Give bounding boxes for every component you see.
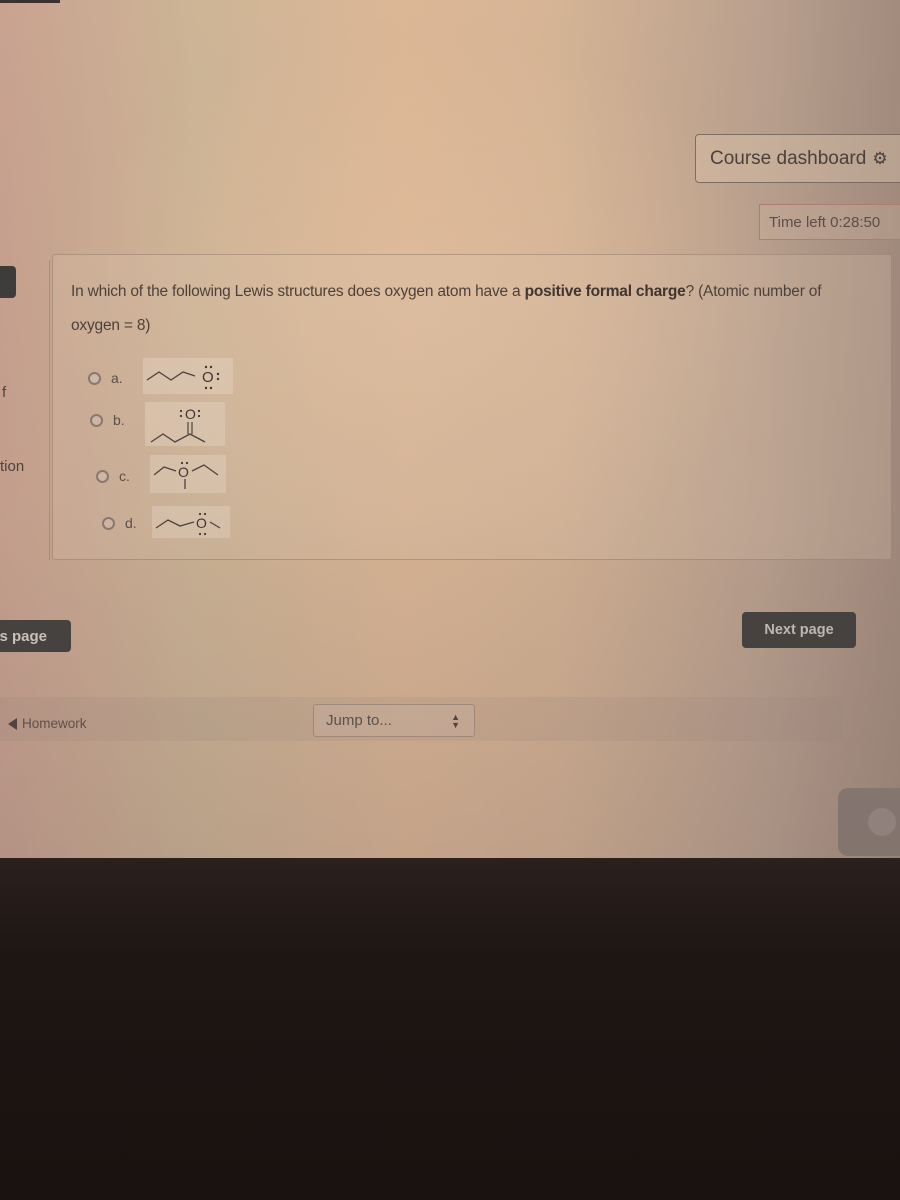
answer-option-b[interactable]: b. bbox=[90, 412, 125, 428]
lewis-structure-d: O bbox=[152, 506, 230, 538]
lewis-structure-d-drawing: O bbox=[155, 512, 221, 536]
radio-button-a[interactable] bbox=[88, 371, 101, 385]
course-dashboard-label: Course dashboard bbox=[710, 147, 867, 169]
sidebar-fragment-2[interactable]: tion bbox=[0, 458, 24, 475]
svg-text:O: O bbox=[196, 515, 207, 531]
gear-icon: ⚙ bbox=[872, 148, 888, 168]
previous-page-label: us page bbox=[0, 627, 47, 645]
question-text: In which of the following Lewis structur… bbox=[71, 275, 871, 343]
next-page-label: Next page bbox=[764, 622, 834, 638]
previous-page-button[interactable]: us page bbox=[0, 620, 71, 652]
select-updown-icon: ▲ ▼ bbox=[451, 712, 460, 730]
answer-option-a[interactable]: a. bbox=[88, 370, 123, 386]
lewis-structure-b-drawing: O bbox=[150, 406, 206, 443]
timer-badge: Time left 0:28:50 bbox=[759, 204, 900, 240]
course-dashboard-button[interactable]: Course dashboard ⚙ bbox=[695, 134, 900, 183]
question-text-bold: positive formal charge bbox=[524, 283, 686, 300]
svg-text:O: O bbox=[185, 406, 196, 422]
lewis-structure-c: O bbox=[150, 455, 226, 493]
answer-option-c[interactable]: c. bbox=[96, 468, 130, 484]
top-edge-shadow bbox=[0, 0, 60, 3]
homework-link-label: Homework bbox=[22, 716, 87, 731]
left-sidebar bbox=[0, 260, 50, 560]
next-page-button[interactable]: Next page bbox=[742, 612, 856, 648]
triangle-left-icon bbox=[8, 717, 17, 730]
jump-to-placeholder: Jump to... bbox=[326, 712, 392, 729]
answer-letter-a: a. bbox=[111, 370, 123, 386]
timer-label: Time left 0:28:50 bbox=[769, 213, 881, 231]
homework-link[interactable]: Homework bbox=[8, 716, 87, 731]
floating-widget[interactable] bbox=[838, 788, 900, 856]
radio-button-d[interactable] bbox=[102, 516, 115, 530]
monitor-bezel bbox=[0, 858, 900, 1200]
radio-button-c[interactable] bbox=[96, 469, 109, 483]
svg-text:O: O bbox=[202, 369, 214, 386]
svg-text:O: O bbox=[178, 464, 189, 480]
jump-to-select[interactable]: Jump to... ▲ ▼ bbox=[313, 704, 475, 737]
sidebar-dark-block[interactable] bbox=[0, 266, 16, 298]
radio-button-b[interactable] bbox=[90, 413, 103, 427]
answer-option-d[interactable]: d. bbox=[102, 515, 137, 531]
answer-letter-c: c. bbox=[119, 468, 130, 484]
lewis-structure-a: O bbox=[143, 358, 233, 394]
answer-letter-d: d. bbox=[125, 515, 137, 531]
lewis-structure-c-drawing: O bbox=[153, 461, 219, 489]
question-text-part1: In which of the following Lewis structur… bbox=[71, 283, 525, 300]
sidebar-fragment-1: f bbox=[2, 384, 7, 401]
widget-circle-icon bbox=[868, 808, 896, 836]
screen-photo: Course dashboard ⚙ Time left 0:28:50 f t… bbox=[0, 0, 900, 858]
answer-letter-b: b. bbox=[113, 412, 125, 428]
lewis-structure-a-drawing: O bbox=[146, 365, 220, 390]
lewis-structure-b: O bbox=[145, 402, 225, 446]
